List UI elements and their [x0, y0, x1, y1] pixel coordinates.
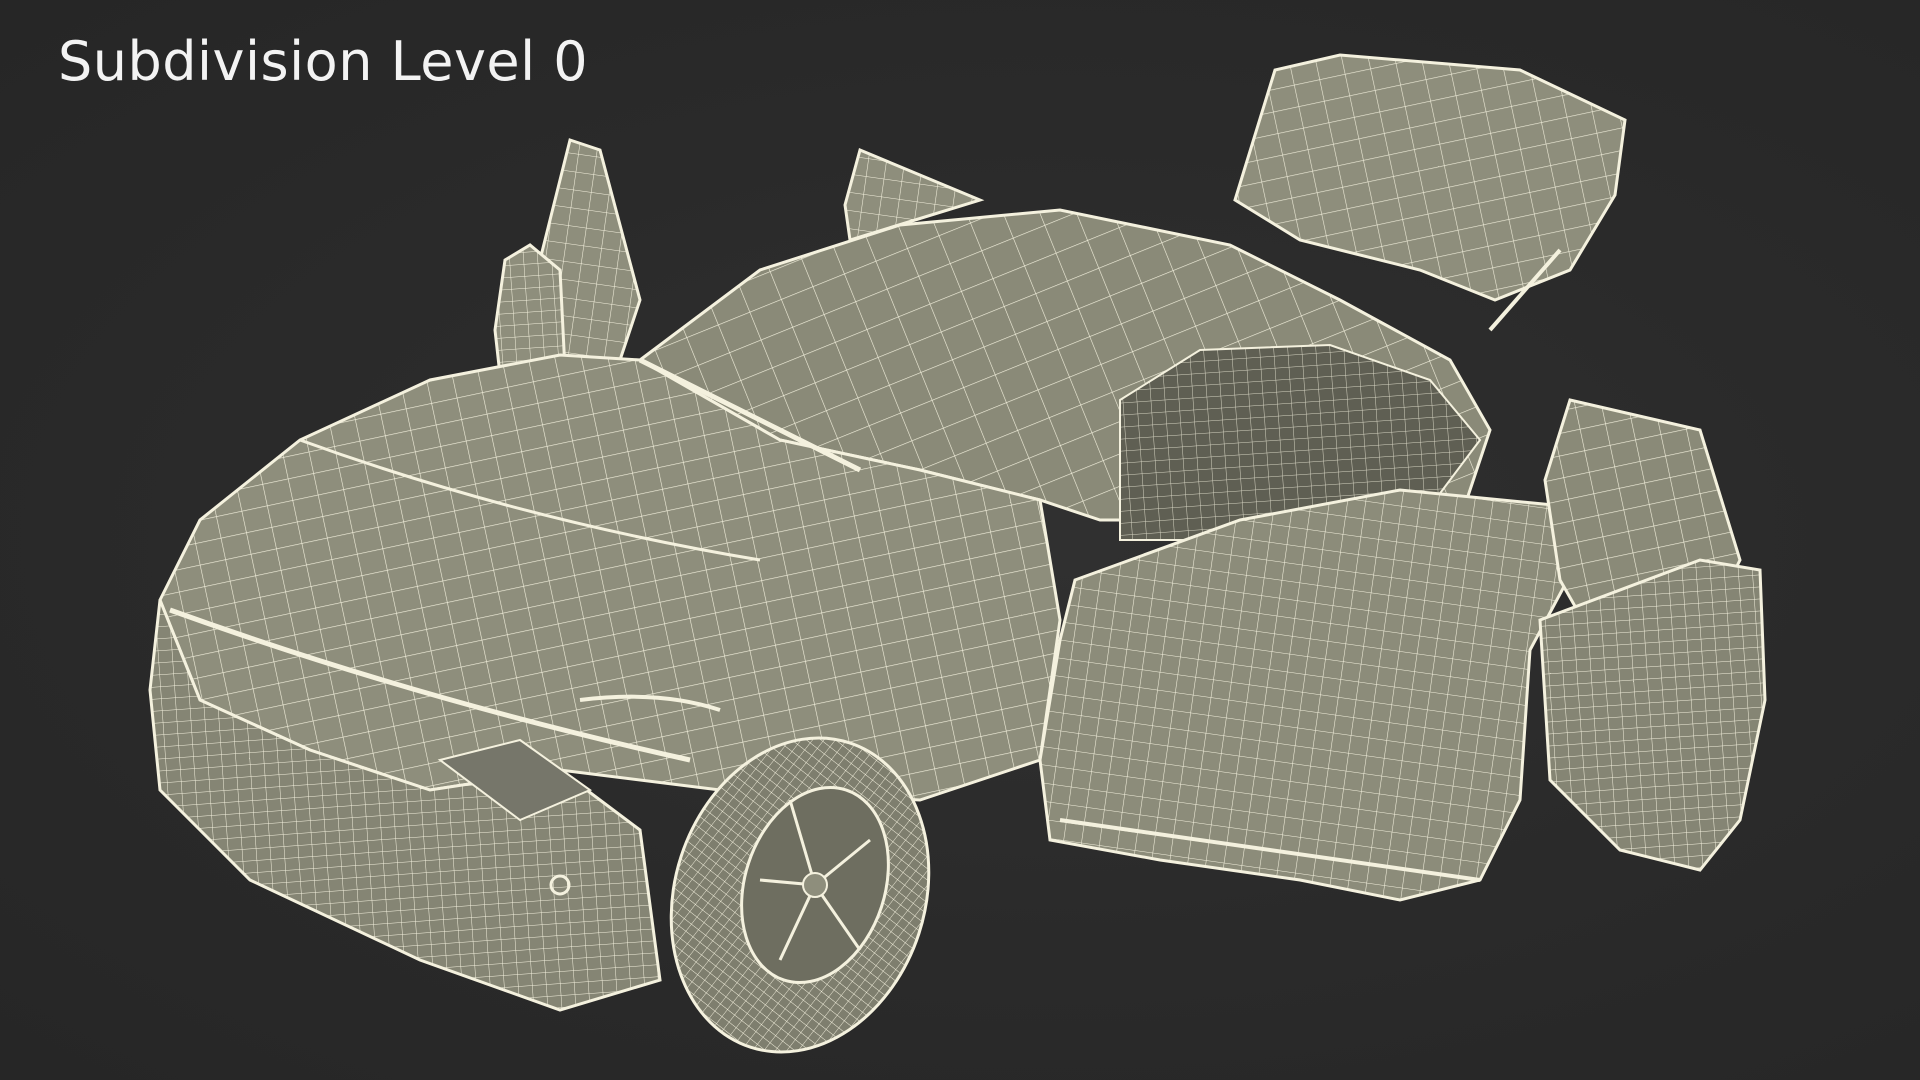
rear-door-open	[1538, 398, 1767, 872]
render-viewport: Subdivision Level 0	[0, 0, 1920, 1080]
left-rear-door-open	[493, 138, 642, 377]
subdivision-level-label: Subdivision Level 0	[58, 30, 589, 93]
front-door-open	[1038, 488, 1608, 902]
car-wireframe-render	[148, 53, 1767, 1054]
